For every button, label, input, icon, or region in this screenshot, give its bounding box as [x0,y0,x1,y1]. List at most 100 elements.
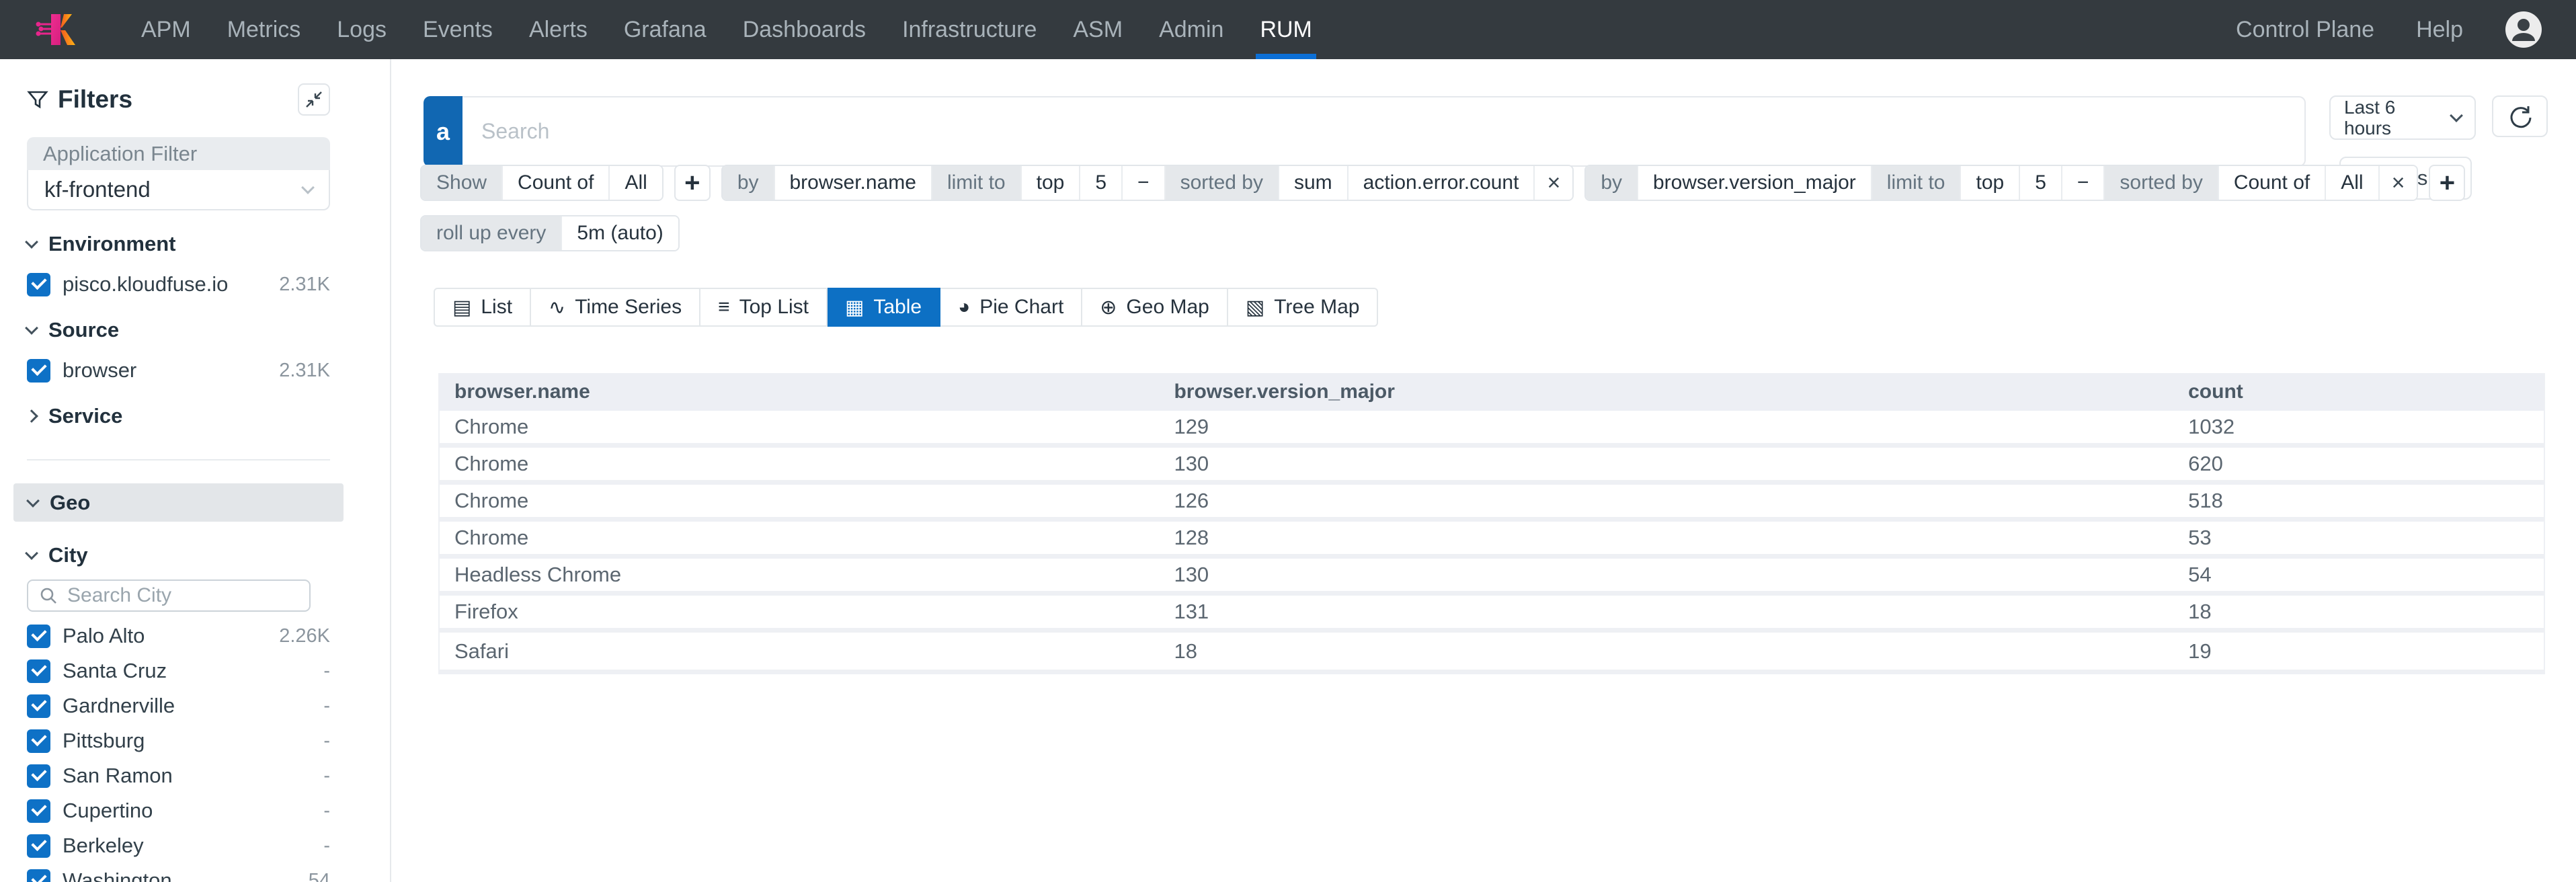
table-cell: Chrome [440,489,1159,513]
nav-item-help[interactable]: Help [2416,0,2463,59]
city-search-input[interactable] [67,584,298,607]
group-by-1: by browser.name limit to top 5 − sorted … [721,165,1574,201]
table-cell: Headless Chrome [440,563,1159,587]
remove-limit-button[interactable]: − [2061,166,2104,200]
city-item-label: Berkeley [63,834,144,858]
column-header[interactable]: browser.version_major [1159,380,2173,403]
tab-label: Top List [739,296,809,319]
checkbox-checked[interactable] [27,834,50,858]
section-source[interactable]: Source [27,318,330,342]
chevron-down-icon [26,494,40,508]
city-list: Palo Alto2.26KSanta Cruz-Gardnerville-Pi… [27,618,330,882]
nav-item-asm[interactable]: ASM [1073,0,1123,59]
checkbox-checked[interactable] [27,625,50,648]
add-group-button[interactable]: + [2429,165,2465,201]
sort-agg-select[interactable]: Count of [2218,166,2325,200]
application-filter-select[interactable]: kf-frontend [27,170,330,210]
section-geo[interactable]: Geo [13,483,344,522]
collapse-sidebar-button[interactable] [298,83,330,116]
table-body: Chrome1291032Chrome130620Chrome126518Chr… [440,411,2544,670]
column-header[interactable]: count [2173,380,2544,403]
city-item: Washington54 [27,863,330,882]
rollup-group: roll up every 5m (auto) [420,215,680,251]
top-select[interactable]: top [1960,166,2019,200]
nav-item-metrics[interactable]: Metrics [227,0,301,59]
metric-field-select[interactable]: All [608,166,661,200]
city-item-count: 54 [309,870,330,882]
tab-top-list[interactable]: ≡Top List [700,288,828,327]
add-metric-button[interactable]: + [674,165,711,201]
group-field-select[interactable]: browser.version_major [1637,166,1871,200]
table-row[interactable]: Firefox13118 [440,596,2544,633]
metric-select[interactable]: Count of [501,166,608,200]
group-by-2: by browser.version_major limit to top 5 … [1584,165,2418,201]
nav-item-rum[interactable]: RUM [1260,0,1312,59]
kloudfuse-logo-icon[interactable] [35,10,77,49]
table-header-row: browser.namebrowser.version_majorcount [440,373,2544,411]
sort-field-select[interactable]: All [2325,166,2378,200]
tab-geo-map[interactable]: ⊕Geo Map [1082,288,1228,327]
user-avatar[interactable] [2505,11,2542,48]
nav-item-admin[interactable]: Admin [1159,0,1223,59]
chevron-down-icon [25,547,38,560]
limit-n-input[interactable]: 5 [1079,166,1121,200]
nav-item-logs[interactable]: Logs [337,0,387,59]
table-cell: 518 [2173,489,2544,513]
chevron-down-icon [25,235,38,249]
checkbox-checked[interactable] [27,764,50,788]
remove-group-button[interactable]: × [2378,166,2417,200]
table-row[interactable]: Headless Chrome13054 [440,559,2544,596]
top-select[interactable]: top [1020,166,1080,200]
table-cell: 1032 [2173,415,2544,439]
time-range-picker[interactable]: Last 6 hours [2329,95,2476,140]
tab-list[interactable]: ▤List [434,288,531,327]
section-service[interactable]: Service [27,404,330,428]
table-row[interactable]: Safari1819 [440,633,2544,670]
checkbox-checked[interactable] [27,869,50,882]
column-header[interactable]: browser.name [440,380,1159,403]
nav-item-apm[interactable]: APM [141,0,191,59]
nav-item-alerts[interactable]: Alerts [529,0,588,59]
city-item-label: Santa Cruz [63,659,167,683]
checkbox-checked[interactable] [27,273,50,296]
remove-group-button[interactable]: × [1533,166,1572,200]
sidebar-title: Filters [58,85,132,114]
checkbox-checked[interactable] [27,359,50,383]
tab-tree-map[interactable]: ▧Tree Map [1228,288,1379,327]
table-row[interactable]: Chrome12853 [440,522,2544,559]
tab-table[interactable]: ▦Table [828,288,940,327]
tab-pie-chart[interactable]: ◕Pie Chart [940,288,1082,327]
checkbox-checked[interactable] [27,659,50,683]
table-cell: 130 [1159,563,2173,587]
limit-to-label: limit to [1871,166,1960,200]
sort-field-select[interactable]: action.error.count [1347,166,1534,200]
city-item-count: - [323,660,330,682]
table-row[interactable]: Chrome126518 [440,485,2544,522]
checkbox-checked[interactable] [27,729,50,753]
nav-item-dashboards[interactable]: Dashboards [743,0,866,59]
query-key-badge[interactable]: a [424,96,462,167]
chevron-right-icon [25,409,38,423]
tab-time-series[interactable]: ∿Time Series [531,288,700,327]
search-input[interactable] [462,119,2304,144]
nav-item-events[interactable]: Events [423,0,493,59]
checkbox-checked[interactable] [27,694,50,718]
rollup-value-select[interactable]: 5m (auto) [561,216,678,250]
table-row[interactable]: Chrome1291032 [440,411,2544,448]
section-environment[interactable]: Environment [27,232,330,256]
limit-n-input[interactable]: 5 [2019,166,2061,200]
group-field-select[interactable]: browser.name [774,166,931,200]
main-nav-items: APM Metrics Logs Events Alerts Grafana Dashboa… [141,0,1312,59]
checkbox-checked[interactable] [27,799,50,823]
sort-agg-select[interactable]: sum [1278,166,1347,200]
section-city[interactable]: City [27,543,330,567]
nav-item-infrastructure[interactable]: Infrastructure [902,0,1037,59]
nav-item-control-plane[interactable]: Control Plane [2236,0,2374,59]
filter-item-browser: browser 2.31K [27,358,330,383]
results-table: browser.namebrowser.version_majorcount C… [438,373,2545,674]
nav-item-grafana[interactable]: Grafana [624,0,707,59]
remove-limit-button[interactable]: − [1121,166,1164,200]
tab-label: Geo Map [1126,296,1209,319]
refresh-button[interactable] [2492,95,2548,137]
table-row[interactable]: Chrome130620 [440,448,2544,485]
